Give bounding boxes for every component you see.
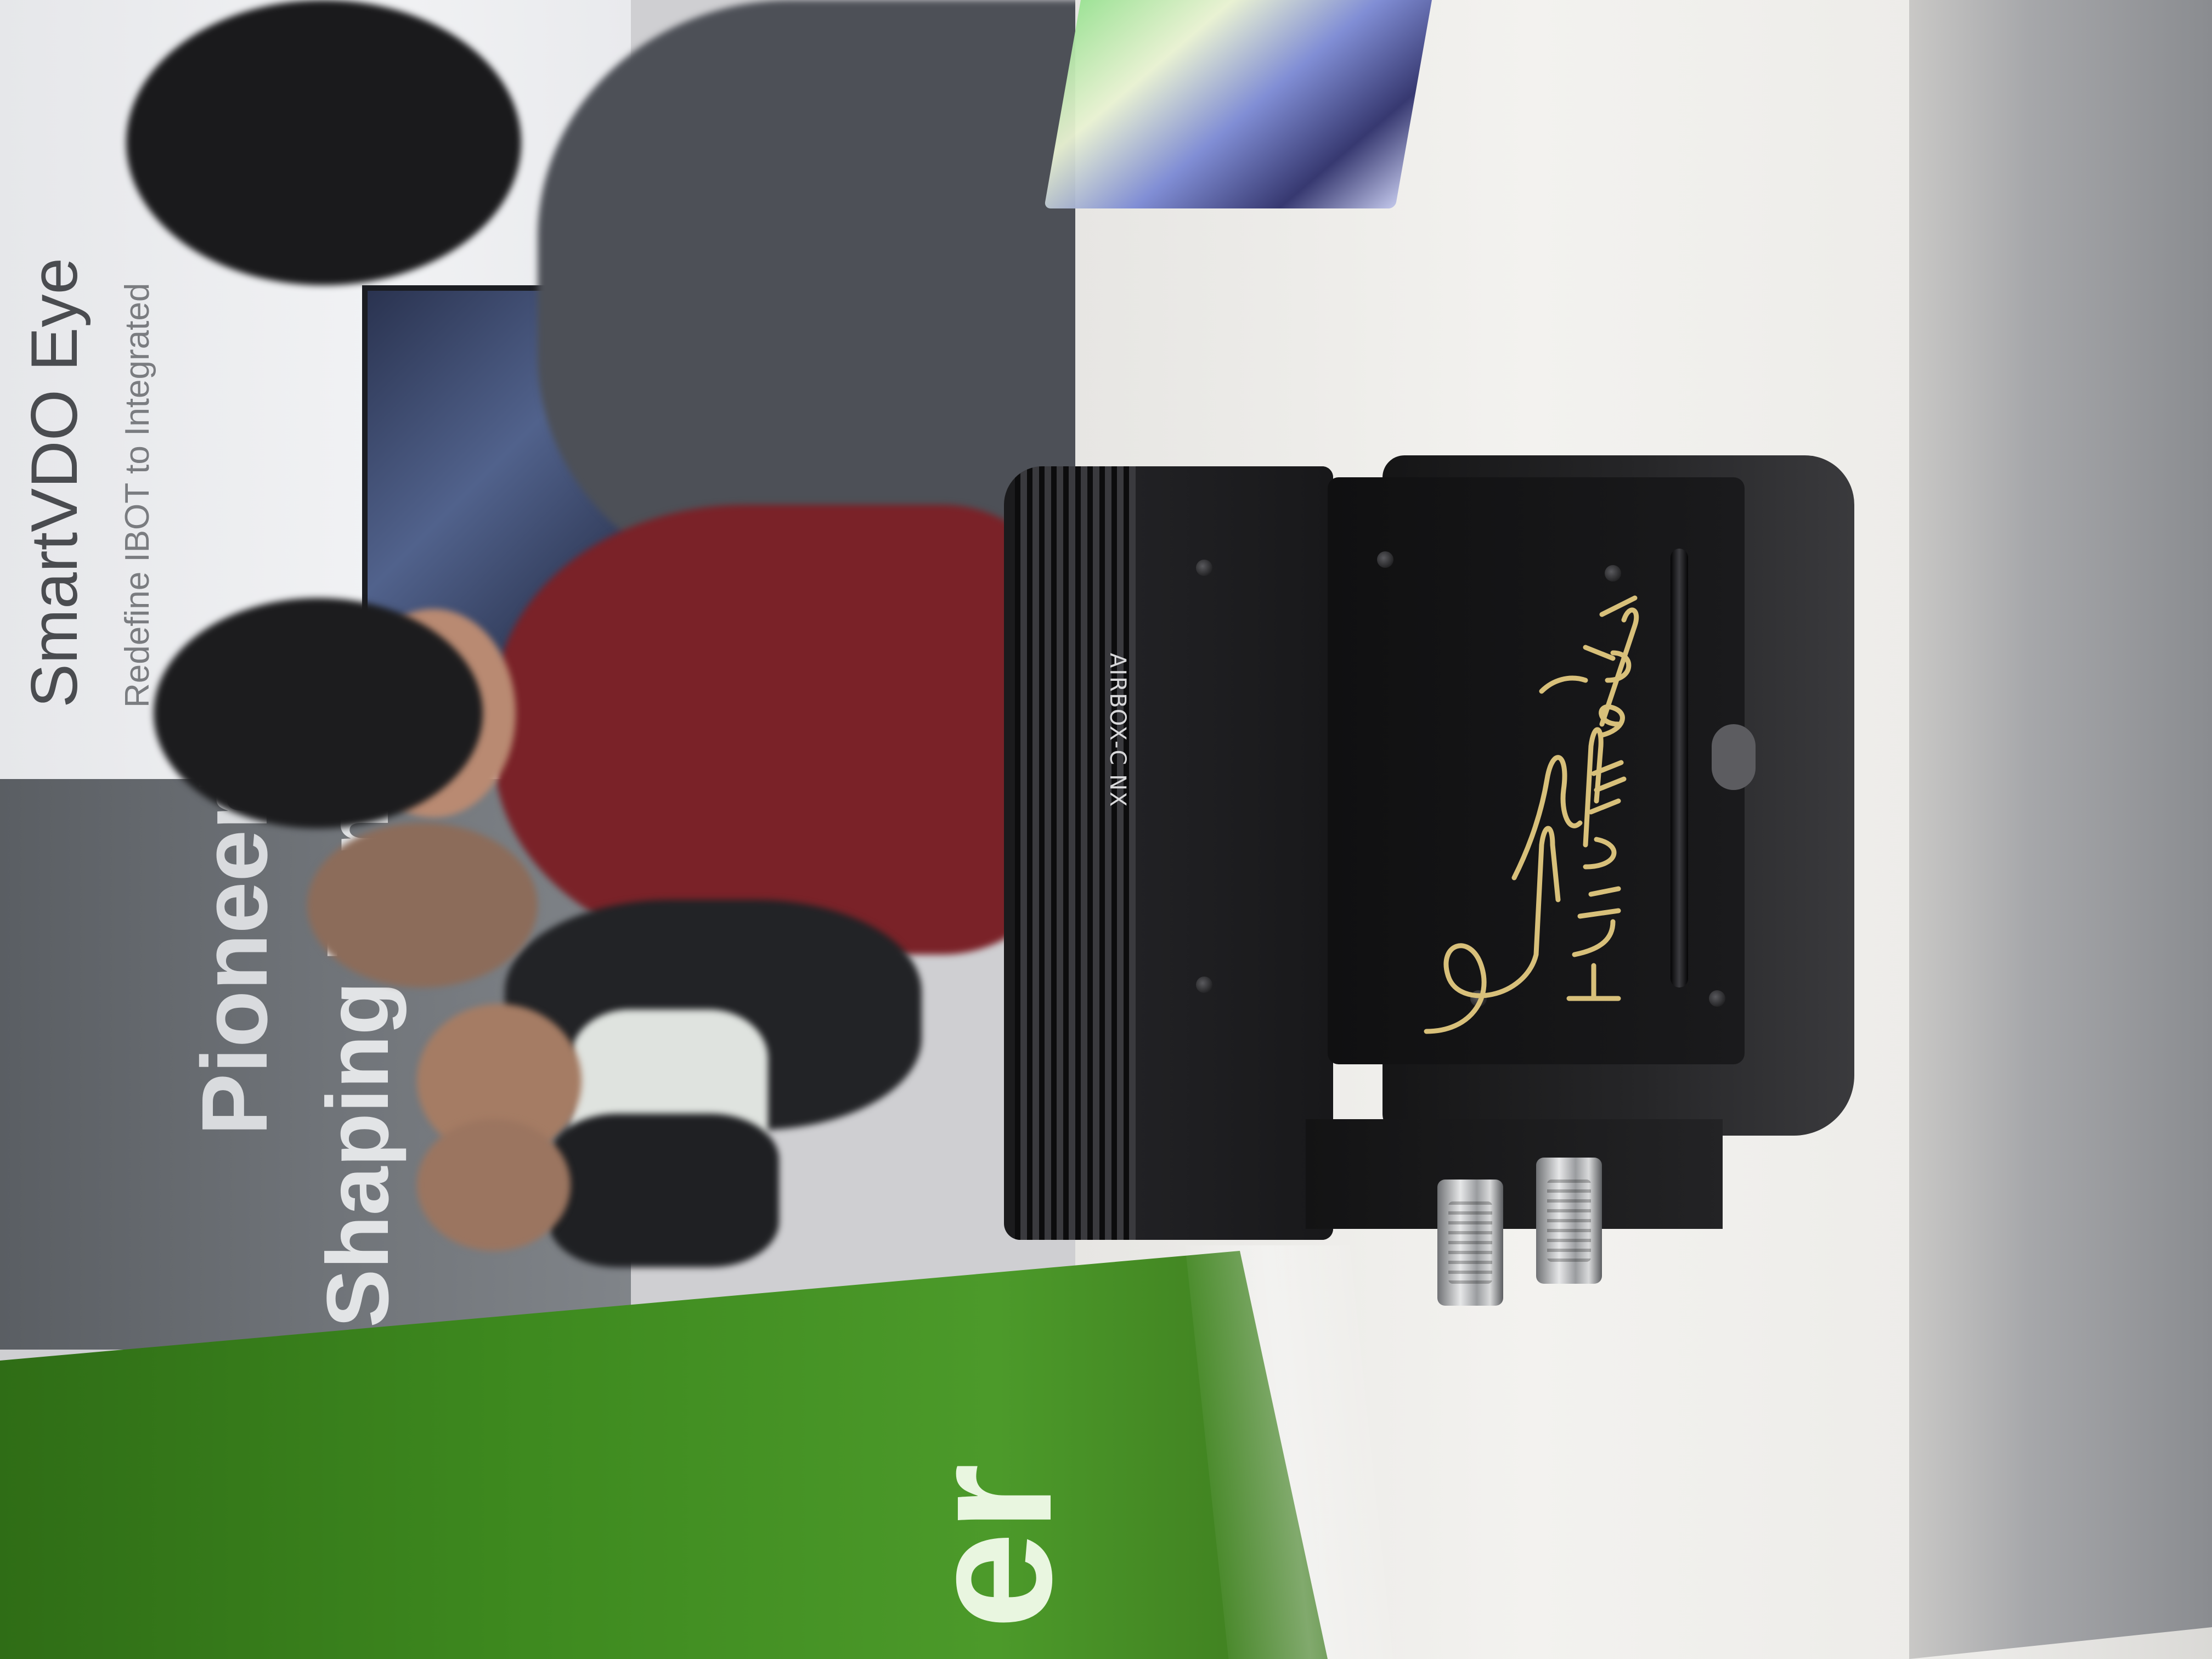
heatsink-fins	[1015, 466, 1136, 1240]
bnc-connector	[1437, 1180, 1503, 1306]
heatsink-face	[1136, 466, 1333, 1240]
photo-scene: SmartVDO Eye Redefine IBOT to Integrated…	[0, 0, 2212, 1659]
device-model-label: AIRBOX-C NX	[1105, 653, 1130, 808]
person-head	[417, 1119, 571, 1251]
table-edge	[1909, 0, 2212, 1659]
person-head	[307, 823, 538, 988]
handwritten-signature	[1424, 595, 1639, 1034]
bnc-connector	[1536, 1158, 1602, 1284]
banner-title: SmartVDO Eye	[18, 257, 91, 708]
person-dark-shirt	[549, 1114, 779, 1267]
person-head	[126, 0, 521, 285]
mount-slot	[1671, 549, 1688, 988]
crystal-prism	[1043, 0, 1436, 208]
screw-icon	[1377, 551, 1393, 568]
device-heatsink	[1004, 466, 1333, 1240]
mount-knob	[1712, 724, 1756, 790]
screw-icon	[1196, 560, 1212, 576]
person-red-shirt	[494, 505, 1053, 955]
panel-text: er	[891, 1463, 1088, 1630]
screw-icon	[1196, 977, 1212, 993]
screw-icon	[1709, 990, 1725, 1007]
device-io-side	[1306, 1119, 1723, 1229]
banner-subtitle: Redefine IBOT to Integrated	[119, 283, 156, 708]
person-head	[154, 598, 483, 828]
